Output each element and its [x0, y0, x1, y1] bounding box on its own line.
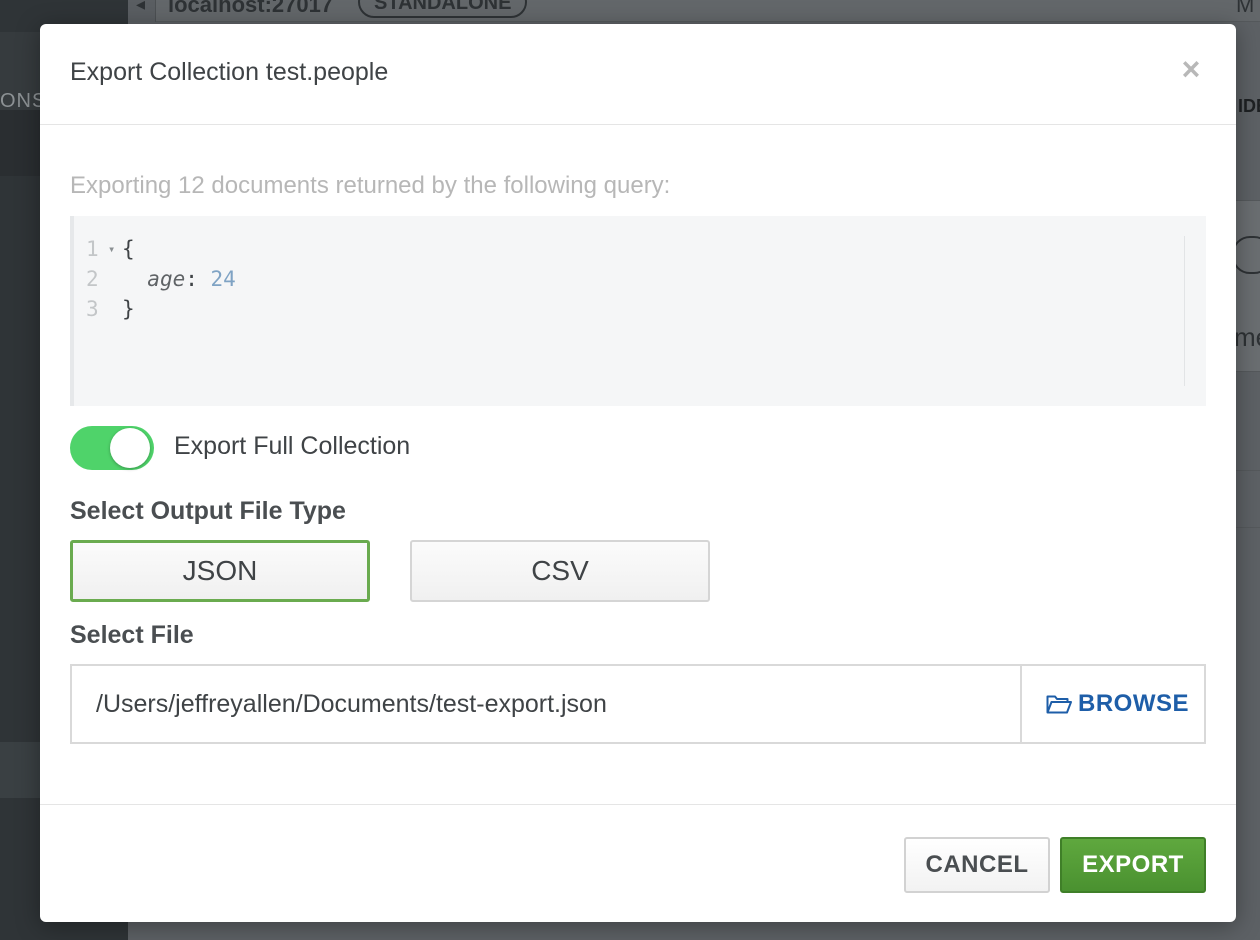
line-number: 1 — [86, 237, 99, 261]
background-right-pill — [1232, 236, 1260, 274]
query-code-editor: 1 ▾{ 2 age: 24 3} — [70, 216, 1206, 406]
editor-gutter — [70, 216, 74, 406]
background-right-panel — [1236, 470, 1260, 528]
code-line: 2 age: 24 — [86, 264, 236, 294]
code-brace: } — [122, 297, 135, 321]
export-collection-modal: Export Collection test.people × Exportin… — [40, 24, 1236, 922]
line-number: 2 — [86, 267, 99, 291]
background-back-button: ◂ — [128, 0, 156, 22]
code-line: 3} — [86, 294, 135, 324]
code-line: 1 ▾{ — [86, 234, 135, 264]
toggle-knob — [110, 428, 150, 468]
folder-open-icon — [1046, 695, 1072, 714]
csv-type-button[interactable]: CSV — [410, 540, 710, 602]
browse-button[interactable]: BROWSE — [1020, 664, 1206, 744]
background-host-label: localhost:27017 — [168, 0, 334, 17]
close-icon[interactable]: × — [1178, 53, 1204, 85]
line-number: 3 — [86, 297, 99, 321]
code-colon: : — [185, 267, 211, 291]
modal-title: Export Collection test.people — [70, 58, 389, 86]
file-path-input[interactable]: /Users/jeffreyallen/Documents/test-expor… — [70, 664, 1020, 744]
export-button[interactable]: EXPORT — [1060, 837, 1206, 893]
json-type-button[interactable]: JSON — [70, 540, 370, 602]
modal-header: Export Collection test.people × — [40, 24, 1236, 125]
cancel-button[interactable]: CANCEL — [904, 837, 1050, 893]
code-brace: { — [122, 237, 135, 261]
fold-arrow-icon[interactable]: ▾ — [108, 234, 122, 264]
background-right-text: M — [1236, 0, 1255, 17]
file-type-heading: Select Output File Type — [70, 497, 346, 525]
export-full-collection-label: Export Full Collection — [174, 432, 411, 460]
browse-label: BROWSE — [1078, 690, 1189, 717]
editor-scroll-rule — [1184, 236, 1185, 386]
code-value: 24 — [210, 267, 236, 291]
modal-footer: CANCEL EXPORT — [40, 804, 1236, 922]
code-key: age — [147, 267, 186, 291]
select-file-heading: Select File — [70, 621, 194, 649]
background-right-header: IDE — [1238, 96, 1260, 116]
background-right-text: me — [1234, 322, 1260, 352]
export-full-collection-toggle[interactable] — [70, 426, 154, 470]
back-arrow-icon: ◂ — [136, 0, 146, 14]
query-caption: Exporting 12 documents returned by the f… — [70, 172, 671, 199]
background-instance-badge: STANDALONE — [358, 0, 528, 18]
